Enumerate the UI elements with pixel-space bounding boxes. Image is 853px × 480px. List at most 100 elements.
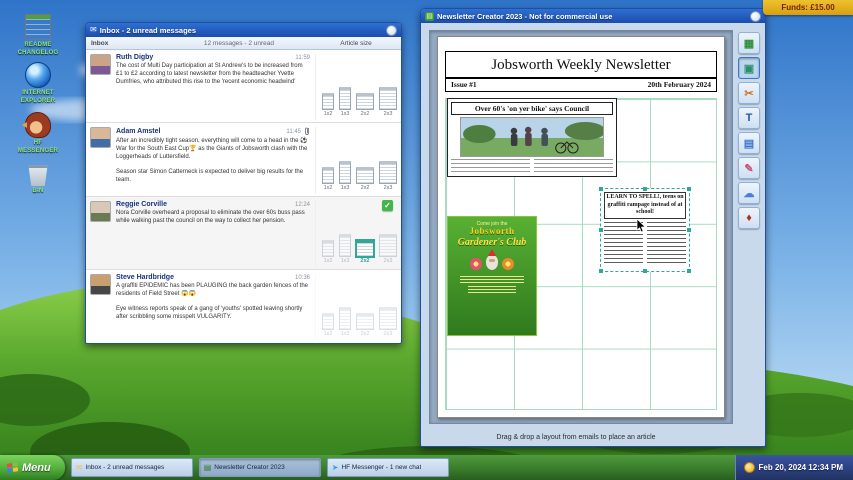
message-content: Reggie Corville 12:24 Nora Corville over… bbox=[111, 201, 315, 267]
message-time: 10:36 bbox=[295, 275, 310, 281]
taskbar-item-newsletter-creator[interactable]: ▤ Newsletter Creator 2023 bbox=[199, 458, 321, 477]
size-option-1x2[interactable]: 1x2 bbox=[322, 313, 334, 337]
menu-label: Menu bbox=[22, 462, 51, 474]
avatar bbox=[90, 274, 111, 295]
menu-button[interactable]: Menu bbox=[0, 455, 65, 480]
article-council[interactable]: Over 60's 'on yer bike' says Council bbox=[447, 98, 617, 177]
selection-handle[interactable] bbox=[599, 228, 603, 232]
avatar bbox=[90, 201, 111, 222]
layout-thumb-icon bbox=[339, 234, 351, 257]
image-frame-tool-button[interactable]: ▣ bbox=[738, 57, 760, 79]
size-label: 1x3 bbox=[341, 111, 350, 117]
layout-thumb-icon bbox=[356, 240, 374, 257]
bird-icon: ➤ bbox=[332, 464, 339, 472]
window-control-button[interactable] bbox=[750, 11, 761, 22]
size-option-1x3[interactable]: 1x3 bbox=[339, 87, 351, 117]
layout-canvas[interactable]: Jobsworth Weekly Newsletter Issue #1 20t… bbox=[429, 30, 733, 424]
clock-text: Feb 20, 2024 12:34 PM bbox=[759, 463, 844, 472]
sender-name: Reggie Corville bbox=[116, 201, 167, 208]
taskbar-item-label: Inbox - 2 unread messages bbox=[85, 464, 164, 471]
newsletter-page[interactable]: Jobsworth Weekly Newsletter Issue #1 20t… bbox=[437, 36, 725, 418]
text-tool-button[interactable]: T bbox=[738, 107, 760, 129]
sender-name: Ruth Digby bbox=[116, 54, 153, 61]
article-size-header: Article size bbox=[316, 40, 396, 47]
size-option-2x3[interactable]: 2x3 bbox=[379, 87, 397, 117]
article-size-options: 1x2 1x3 2x2 2x3 bbox=[315, 127, 401, 194]
taskbar-item-hf-messenger[interactable]: ➤ HF Messenger - 1 new chat bbox=[327, 458, 449, 477]
inbox-column-header: Inbox 12 messages - 2 unread Article siz… bbox=[86, 37, 401, 50]
message-row[interactable]: Steve Hardbridge 10:36 A graffiti EPIDEM… bbox=[86, 270, 401, 342]
selection-handle[interactable] bbox=[687, 228, 691, 232]
sender-name: Adam Amstel bbox=[116, 128, 160, 135]
poster-artwork bbox=[470, 255, 514, 270]
message-list: Ruth Digby 11:59 The cost of Multi Day p… bbox=[86, 50, 401, 343]
message-content: Steve Hardbridge 10:36 A graffiti EPIDEM… bbox=[111, 274, 315, 340]
selection-handle[interactable] bbox=[687, 269, 691, 273]
newsletter-titlebar[interactable]: ▤ Newsletter Creator 2023 - Not for comm… bbox=[421, 9, 765, 23]
crop-tool-button[interactable]: ✂ bbox=[738, 82, 760, 104]
funds-badge: Funds: £15.00 bbox=[763, 0, 853, 15]
stamp-tool-button[interactable]: ♦ bbox=[738, 207, 760, 229]
size-option-1x3[interactable]: 1x3 bbox=[339, 234, 351, 264]
mail-icon: ✉ bbox=[76, 464, 83, 472]
photo-tool-button[interactable]: ▤ bbox=[738, 132, 760, 154]
selection-handle[interactable] bbox=[643, 187, 647, 191]
flower-icon bbox=[470, 258, 482, 270]
draw-tool-button[interactable]: ✎ bbox=[738, 157, 760, 179]
size-label: 2x2 bbox=[361, 111, 370, 117]
gnome-icon bbox=[486, 255, 498, 270]
size-option-1x3[interactable]: 1x3 bbox=[339, 307, 351, 337]
inbox-label: Inbox bbox=[91, 40, 151, 47]
message-time: 12:24 bbox=[295, 202, 310, 208]
poster-gardeners-club[interactable]: Come join the Jobsworth Gardener's Club bbox=[447, 216, 537, 336]
newsletter-app-icon: ▤ bbox=[425, 12, 434, 21]
desktop-icon-bin[interactable]: BIN bbox=[14, 162, 62, 196]
selection-handle[interactable] bbox=[687, 187, 691, 191]
cloud-tool-button[interactable]: ☁ bbox=[738, 182, 760, 204]
selection-handle[interactable] bbox=[643, 269, 647, 273]
article-draft-spelling[interactable]: LEARN TO SPELL!, teens on graffiti rampa… bbox=[600, 188, 690, 272]
size-option-2x2[interactable]: 2x2 bbox=[356, 167, 374, 191]
newsletter-icon: ▤ bbox=[204, 464, 212, 472]
article-size-options: 1x2 1x3 2x2 2x3 bbox=[315, 54, 401, 120]
size-option-2x3[interactable]: 2x3 bbox=[379, 234, 397, 264]
size-option-2x3[interactable]: 2x3 bbox=[379, 161, 397, 191]
article-photo bbox=[460, 117, 605, 157]
message-row[interactable]: Adam Amstel 11:45 After an incredibly ti… bbox=[86, 123, 401, 197]
size-option-1x2[interactable]: 1x2 bbox=[322, 240, 334, 264]
layout-thumb-icon bbox=[356, 313, 374, 330]
layout-grid-tool-button[interactable]: ▦ bbox=[738, 32, 760, 54]
window-control-button[interactable] bbox=[386, 25, 397, 36]
inbox-titlebar[interactable]: ✉ Inbox - 2 unread messages bbox=[86, 23, 401, 37]
desktop-icon-messenger[interactable]: HF MESSENGER bbox=[14, 112, 62, 155]
taskbar-item-label: HF Messenger - 1 new chat bbox=[341, 464, 421, 471]
desktop-icon-readme[interactable]: README CHANGELOG bbox=[14, 14, 62, 57]
message-row[interactable]: Ruth Digby 11:59 The cost of Multi Day p… bbox=[86, 50, 401, 123]
size-option-2x3[interactable]: 2x3 bbox=[379, 307, 397, 337]
layout-thumb-icon bbox=[356, 93, 374, 110]
sender-name: Steve Hardbridge bbox=[116, 274, 174, 281]
size-option-2x2[interactable]: 2x2 bbox=[356, 313, 374, 337]
taskbar: Menu ✉ Inbox - 2 unread messages ▤ Newsl… bbox=[0, 455, 853, 480]
issue-row: Issue #1 20th February 2024 bbox=[445, 77, 717, 92]
desktop-icon-internet[interactable]: INTERNET EXPLORER bbox=[14, 62, 62, 105]
message-time: 11:59 bbox=[295, 55, 310, 61]
size-option-2x2-selected[interactable]: 2x2 bbox=[356, 240, 374, 264]
selection-handle[interactable] bbox=[599, 187, 603, 191]
message-row[interactable]: Reggie Corville 12:24 Nora Corville over… bbox=[86, 197, 401, 270]
size-label: 1x3 bbox=[341, 185, 350, 191]
size-label: 1x3 bbox=[341, 258, 350, 264]
size-option-1x2[interactable]: 1x2 bbox=[322, 93, 334, 117]
size-label: 1x2 bbox=[324, 185, 333, 191]
taskbar-item-inbox[interactable]: ✉ Inbox - 2 unread messages bbox=[71, 458, 193, 477]
layout-thumb-icon bbox=[322, 167, 334, 184]
size-option-1x3[interactable]: 1x3 bbox=[339, 161, 351, 191]
article-text-placeholder bbox=[647, 222, 686, 264]
article-size-options: 1x2 1x3 2x2 2x3 bbox=[315, 274, 401, 340]
selection-handle[interactable] bbox=[599, 269, 603, 273]
message-body: Nora Corville overheard a proposal to el… bbox=[116, 210, 310, 226]
size-option-1x2[interactable]: 1x2 bbox=[322, 167, 334, 191]
issue-label: Issue #1 bbox=[451, 80, 477, 89]
size-option-2x2[interactable]: 2x2 bbox=[356, 93, 374, 117]
desktop-icon-label: HF MESSENGER bbox=[14, 140, 62, 155]
